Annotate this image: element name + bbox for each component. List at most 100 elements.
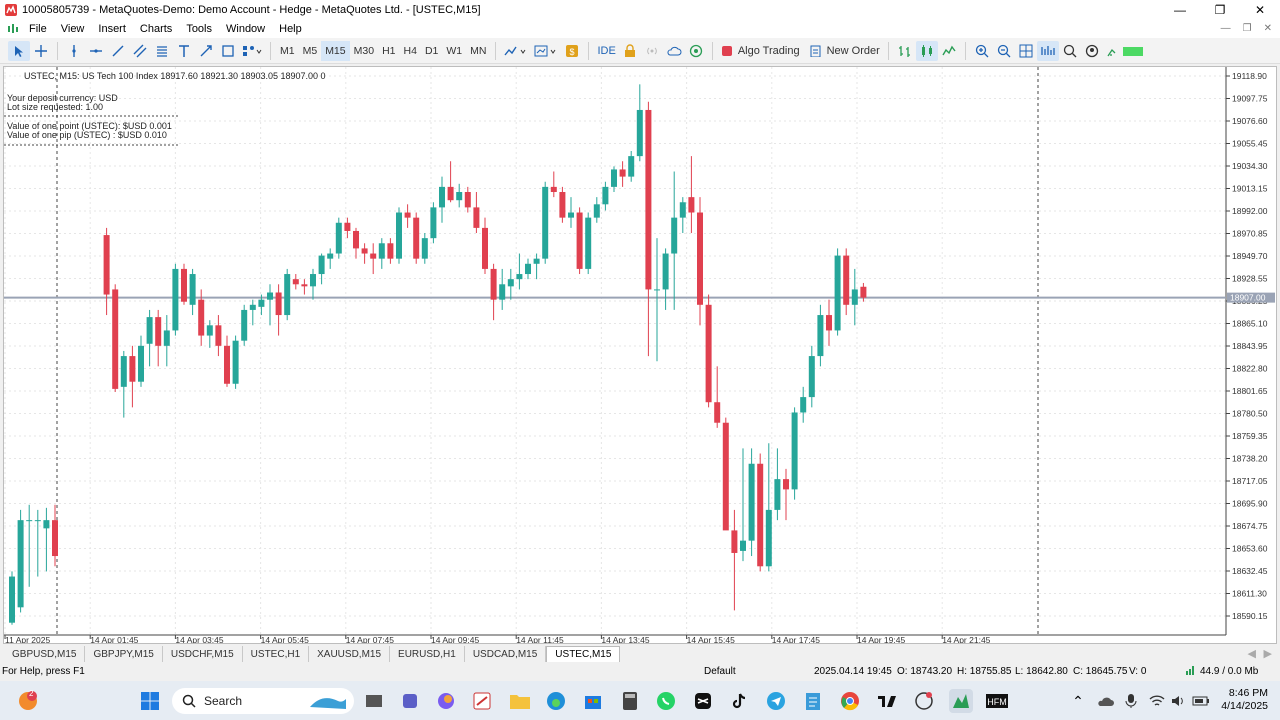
notepad-icon[interactable] [801,689,825,713]
close-button[interactable]: ✕ [1240,0,1280,19]
minimize-button[interactable]: — [1160,0,1200,19]
taskbar-search-box[interactable]: Search [172,688,354,714]
candlestick-chart[interactable]: 19118.90 19097.75 19076.60 19055.45 19034.30… [4,67,1276,643]
timeframe-w1[interactable]: W1 [442,41,466,61]
tab-ustec-h1[interactable]: USTEC,H1 [243,646,310,662]
telegram-icon[interactable] [764,689,788,713]
snipping-tool-icon[interactable] [470,689,494,713]
timeframe-d1[interactable]: D1 [421,41,442,61]
menu-charts[interactable]: Charts [133,23,179,35]
tray-overflow-icon[interactable]: ⌃ [1066,689,1090,713]
account-icon[interactable] [1081,41,1103,61]
lock-icon[interactable] [619,41,641,61]
bull-candle [9,576,15,623]
tab-scroll-right[interactable]: ▶ [1264,647,1272,660]
tab-xauusd-m15[interactable]: XAUUSD,M15 [309,646,391,662]
tiktok-icon[interactable] [728,689,752,713]
bull-candle [533,258,540,264]
menu-window[interactable]: Window [219,23,272,35]
hfm-icon[interactable]: HFM [985,689,1009,713]
chrome-icon[interactable] [838,689,862,713]
timeframe-h1[interactable]: H1 [378,41,399,61]
teams-icon[interactable] [398,689,422,713]
wifi-icon[interactable] [1145,689,1169,713]
timeframe-m1[interactable]: M1 [276,41,299,61]
timeframe-m30[interactable]: M30 [350,41,378,61]
objects-menu-icon[interactable] [239,41,265,61]
fibonacci-icon[interactable] [151,41,173,61]
menu-tools[interactable]: Tools [179,23,219,35]
bear-candle [112,289,119,389]
bull-candle [318,255,325,275]
microphone-icon[interactable] [1119,689,1143,713]
new-order-button[interactable]: New Order [807,41,883,61]
chart-restore-button[interactable]: ❐ [1243,23,1252,34]
vertical-line-icon[interactable] [63,41,85,61]
channel-icon[interactable] [129,41,151,61]
menu-view[interactable]: View [54,23,92,35]
vps-icon[interactable] [685,41,707,61]
menu-help[interactable]: Help [272,23,309,35]
horizontal-line-icon[interactable] [85,41,107,61]
search-icon[interactable] [1059,41,1081,61]
widgets-icon[interactable]: 2 [16,689,40,713]
shapes-icon[interactable] [217,41,239,61]
chart-minimize-button[interactable]: — [1221,23,1231,34]
text-icon[interactable] [173,41,195,61]
maximize-button[interactable]: ❐ [1200,0,1240,19]
calculator-icon[interactable] [618,689,642,713]
bar-chart-icon[interactable] [894,41,916,61]
timeframe-h4[interactable]: H4 [400,41,421,61]
battery-icon[interactable] [1189,689,1213,713]
bull-candle [310,274,316,287]
indicators-icon[interactable] [501,41,531,61]
taskbar-clock[interactable]: 8:46 PM 4/14/2025 [1221,687,1268,713]
recording-app-icon[interactable] [912,689,936,713]
broadcast-icon[interactable] [641,41,663,61]
timeframe-m15[interactable]: M15 [321,40,350,61]
candlestick-chart-icon[interactable] [915,40,938,61]
menu-insert[interactable]: Insert [91,23,133,35]
task-view-icon[interactable] [362,689,386,713]
signals-icon[interactable]: $ [561,41,583,61]
timeframe-m5[interactable]: M5 [299,41,322,61]
edge-browser-icon[interactable] [544,689,568,713]
whatsapp-icon[interactable] [654,689,678,713]
menu-file[interactable]: File [22,23,54,35]
capcut-icon[interactable] [691,689,715,713]
chart-window-icon[interactable] [4,22,22,36]
arrow-line-icon[interactable] [195,41,217,61]
file-explorer-icon[interactable] [508,689,532,713]
ide-button[interactable]: IDE [594,41,618,61]
tab-usdchf-m15[interactable]: USDCHF,M15 [163,646,243,662]
bear-candle [447,186,454,201]
signal-strength-icon[interactable] [1103,41,1149,61]
zoom-out-icon[interactable] [993,41,1015,61]
tab-eurusd-h1[interactable]: EURUSD,H1 [390,646,465,662]
chart-window[interactable]: 19118.90 19097.75 19076.60 19055.45 19034.30… [3,66,1277,644]
algo-trading-button[interactable]: Algo Trading [718,41,803,61]
tradingview-icon[interactable] [875,689,899,713]
templates-icon[interactable] [531,41,561,61]
zoom-in-icon[interactable] [971,41,993,61]
onedrive-icon[interactable] [1093,689,1117,713]
cloud-icon[interactable] [663,41,685,61]
tab-gbpusd-m15[interactable]: GBPUSD,M15 [4,646,86,662]
crosshair-icon[interactable] [30,41,52,61]
windows-start-icon[interactable] [138,689,162,713]
trendline-icon[interactable] [107,41,129,61]
chart-close-button[interactable]: ✕ [1264,23,1272,34]
line-chart-icon[interactable] [938,41,960,61]
tab-gbpjpy-m15[interactable]: GBPJPY,M15 [85,646,163,662]
volume-icon[interactable] [1167,689,1191,713]
cursor-icon[interactable] [8,40,30,61]
metatrader-taskbar-icon[interactable] [949,689,973,713]
auto-scroll-icon[interactable] [1036,40,1059,61]
copilot-icon[interactable] [434,689,458,713]
timeframe-mn[interactable]: MN [466,41,490,61]
tab-ustec-m15[interactable]: USTEC,M15 [546,646,621,662]
store-icon[interactable] [581,689,605,713]
tab-usdcad-m15[interactable]: USDCAD,M15 [465,646,547,662]
tab-scroll-left[interactable]: ◀ [1248,647,1256,660]
tile-windows-icon[interactable] [1015,41,1037,61]
